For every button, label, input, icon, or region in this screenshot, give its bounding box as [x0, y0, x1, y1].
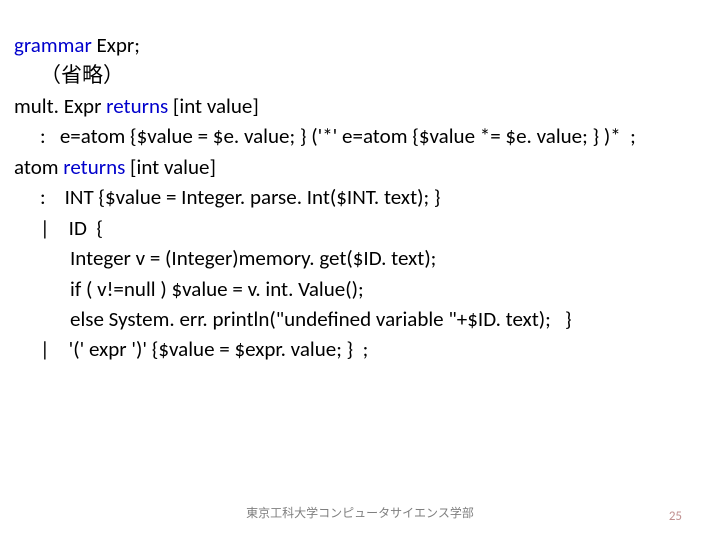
code-line-2: （省略）: [14, 60, 706, 90]
keyword-returns-2: returns: [63, 154, 125, 180]
code-line-10: else System. err. println("undefined var…: [14, 304, 706, 334]
footer-text: 東京工科大学コンピュータサイエンス学部: [246, 507, 474, 521]
slide: grammar Expr; （省略） mult. Expr returns [i…: [0, 0, 720, 540]
code-line-6: : INT {$value = Integer. parse. Int($INT…: [14, 182, 706, 212]
code-line-11: | '(' expr ')' {$value = $expr. value; }…: [14, 334, 706, 364]
code-block: grammar Expr; （省略） mult. Expr returns [i…: [14, 30, 706, 365]
code-line-4: : e=atom {$value = $e. value; } ('*' e=a…: [14, 121, 706, 151]
code-line-7: | ID {: [14, 213, 706, 243]
page-number: 25: [669, 509, 682, 524]
code-line-3: mult. Expr returns [int value]: [14, 91, 706, 121]
code-line-5: atom returns [int value]: [14, 152, 706, 182]
code-line-8: Integer v = (Integer)memory. get($ID. te…: [14, 243, 706, 273]
code-line-1: grammar Expr;: [14, 30, 706, 60]
keyword-returns-1: returns: [106, 93, 168, 119]
code-line-9: if ( v!=null ) $value = v. int. Value();: [14, 274, 706, 304]
keyword-grammar: grammar: [14, 32, 92, 58]
footer: 東京工科大学コンピュータサイエンス学部: [0, 503, 720, 522]
